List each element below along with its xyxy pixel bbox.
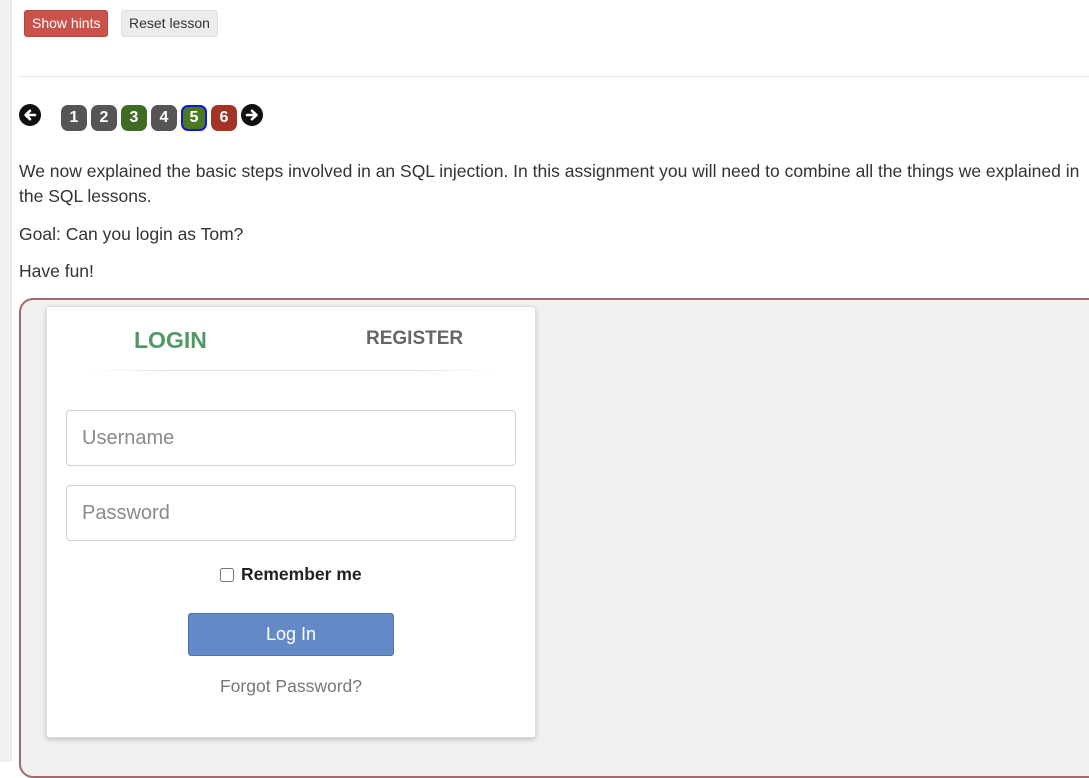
lesson-pagination: 1 2 3 4 5 6 [61, 105, 237, 131]
forgot-password-link[interactable]: Forgot Password? [47, 676, 535, 697]
username-input[interactable] [66, 410, 516, 466]
remember-me[interactable]: Remember me [220, 564, 362, 585]
page-button-2[interactable]: 2 [91, 105, 117, 131]
page-button-1[interactable]: 1 [61, 105, 87, 131]
show-hints-button[interactable]: Show hints [24, 10, 109, 37]
tab-login[interactable]: LOGIN [134, 327, 207, 354]
remember-me-label: Remember me [241, 564, 362, 584]
arrow-left-icon [24, 109, 37, 121]
previous-page-button[interactable] [19, 104, 41, 126]
lesson-goal-text: Goal: Can you login as Tom? [19, 224, 244, 244]
tab-register[interactable]: REGISTER [366, 328, 463, 350]
lesson-intro-text: We now explained the basic steps involve… [19, 161, 1080, 206]
arrow-right-icon [245, 109, 258, 121]
divider [19, 76, 1089, 77]
next-page-button[interactable] [241, 104, 263, 126]
remember-me-checkbox[interactable] [220, 567, 234, 582]
left-rail [0, 0, 12, 762]
log-in-button[interactable]: Log In [188, 613, 394, 656]
page-button-3[interactable]: 3 [121, 105, 147, 131]
tab-divider [87, 370, 497, 371]
login-card: LOGIN REGISTER Remember me Log In Forgot… [46, 306, 536, 738]
reset-lesson-button[interactable]: Reset lesson [121, 10, 218, 37]
page-button-4[interactable]: 4 [151, 105, 177, 131]
page-button-5-current[interactable]: 5 [181, 105, 207, 131]
lesson-closing-text: Have fun! [19, 261, 94, 281]
password-input[interactable] [66, 485, 516, 541]
page-button-6[interactable]: 6 [211, 105, 237, 131]
